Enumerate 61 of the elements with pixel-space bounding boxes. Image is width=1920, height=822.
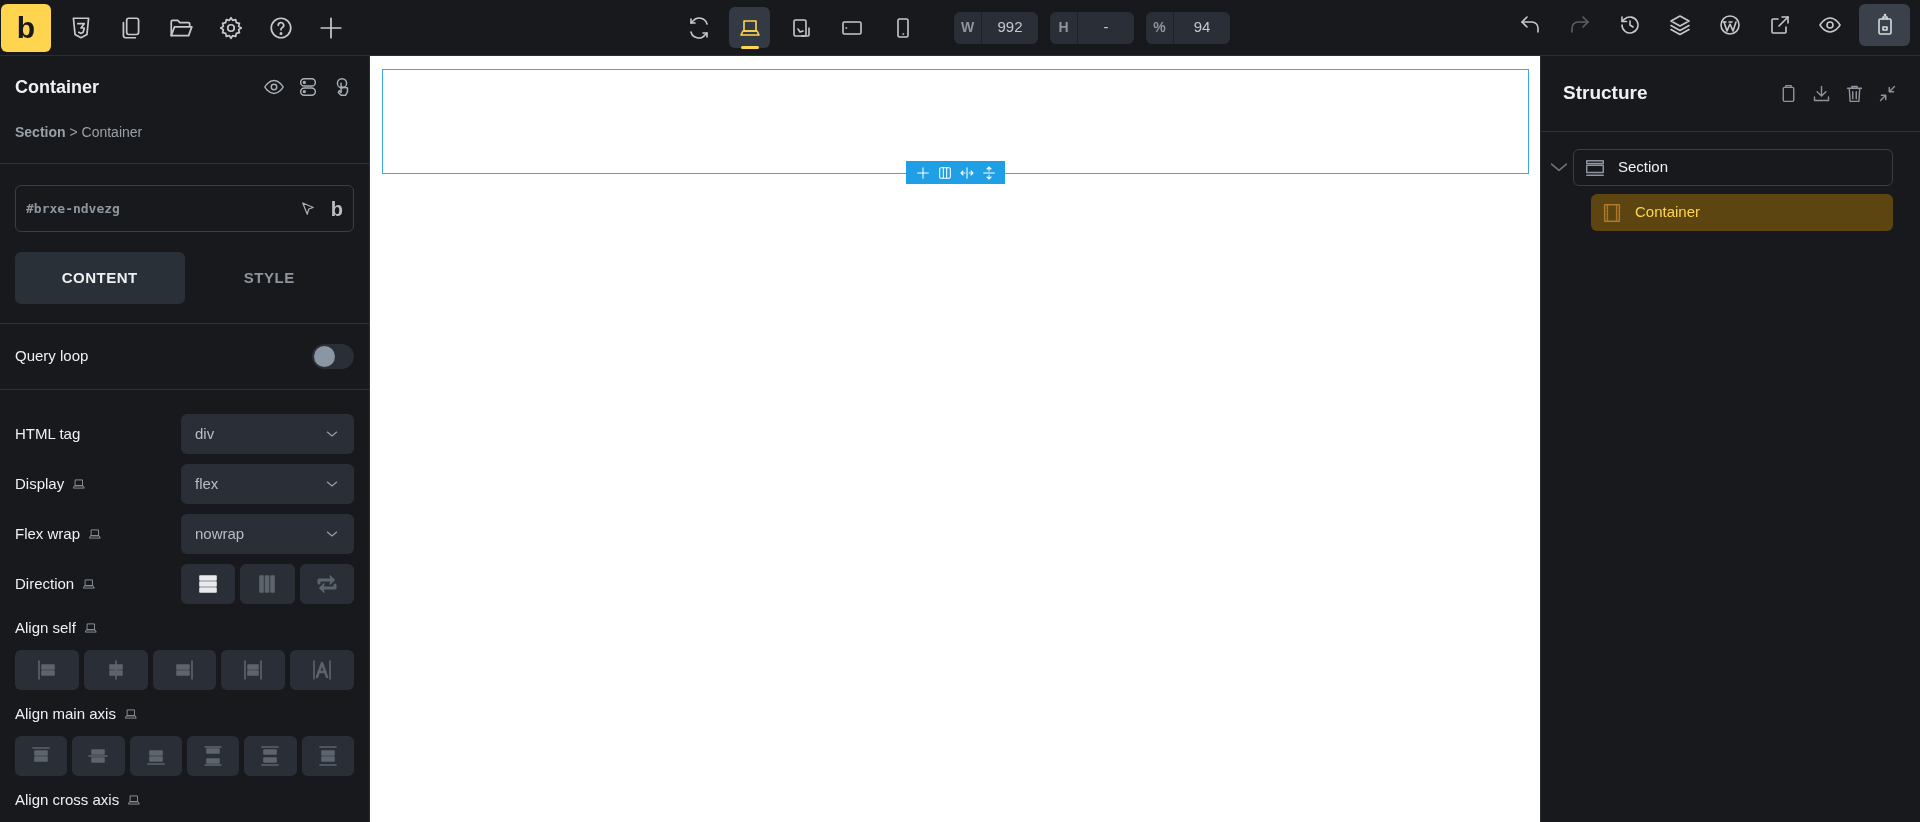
- chevron-down-icon[interactable]: [1551, 163, 1567, 172]
- tree-item[interactable]: Container: [1591, 194, 1893, 231]
- trash-button[interactable]: [1844, 83, 1865, 104]
- columns-tool[interactable]: [936, 164, 953, 181]
- layers-icon: [1668, 13, 1692, 37]
- element-id: #brxe-ndvezg: [26, 199, 121, 218]
- select-value: nowrap: [195, 523, 245, 544]
- select-value: div: [195, 423, 215, 444]
- field-label: H: [1050, 11, 1078, 44]
- toggle-label: Query loop: [15, 346, 89, 367]
- breadcrumb: Section > Container: [15, 124, 143, 140]
- panel-title: Container: [15, 75, 99, 99]
- select-field[interactable]: div: [181, 414, 354, 454]
- external-link-icon: [1768, 13, 1792, 37]
- logo[interactable]: b: [1, 3, 51, 52]
- option-button[interactable]: [181, 564, 236, 604]
- tree-item[interactable]: Section: [1573, 149, 1893, 186]
- horizontal-resize-icon: [958, 164, 975, 181]
- control-label: Direction: [15, 573, 75, 594]
- save-clipboard-button[interactable]: [1859, 4, 1910, 46]
- panel-tab[interactable]: CONTENT: [15, 252, 185, 304]
- columns-icon: [936, 164, 953, 181]
- wordpress-circle-icon: [1718, 13, 1742, 37]
- control-label: Align cross axis: [15, 789, 120, 810]
- field-label: W: [954, 11, 982, 44]
- collapse-arrows-button[interactable]: [1877, 83, 1898, 104]
- container-icon: [1601, 201, 1623, 224]
- vertical-resize-tool[interactable]: [980, 164, 997, 181]
- control-label: Display: [15, 473, 65, 494]
- control-label: Align main axis: [15, 703, 116, 724]
- horizontal-resize-tool[interactable]: [958, 164, 975, 181]
- select-field[interactable]: nowrap: [181, 514, 354, 554]
- active-underline: [741, 46, 759, 49]
- control-label: HTML tag: [15, 423, 81, 444]
- select-field[interactable]: flex: [181, 464, 354, 504]
- device-button[interactable]: [729, 7, 770, 48]
- toggles-icon: [297, 76, 319, 98]
- add-icon: [914, 164, 931, 181]
- select-value: flex: [195, 473, 219, 494]
- vertical-resize-icon: [980, 164, 997, 181]
- control-label: Flex wrap: [15, 523, 81, 544]
- field-value: -: [1102, 17, 1110, 38]
- settings-icon: [218, 14, 244, 41]
- viewport-field[interactable]: W 992: [954, 11, 1038, 44]
- element-id-field[interactable]: #brxe-ndvezg b: [15, 185, 354, 232]
- viewport-field[interactable]: % 94: [1146, 11, 1230, 44]
- logo-letter: b: [330, 196, 343, 222]
- field-label: %: [1146, 11, 1174, 44]
- trash-icon: [1844, 83, 1865, 104]
- history-icon: [1618, 13, 1642, 37]
- help-icon: [268, 14, 294, 41]
- toggle-switch[interactable]: [312, 344, 354, 369]
- field-value: 94: [1192, 17, 1212, 38]
- control-label: Align self: [15, 617, 76, 638]
- panel-title: Structure: [1563, 81, 1648, 106]
- download-icon: [1811, 83, 1832, 104]
- viewport-field[interactable]: H -: [1050, 11, 1134, 44]
- panel-tab[interactable]: STYLE: [184, 252, 354, 304]
- download-button[interactable]: [1811, 83, 1832, 104]
- field-value: 992: [996, 17, 1024, 38]
- collapse-arrows-icon: [1877, 83, 1898, 104]
